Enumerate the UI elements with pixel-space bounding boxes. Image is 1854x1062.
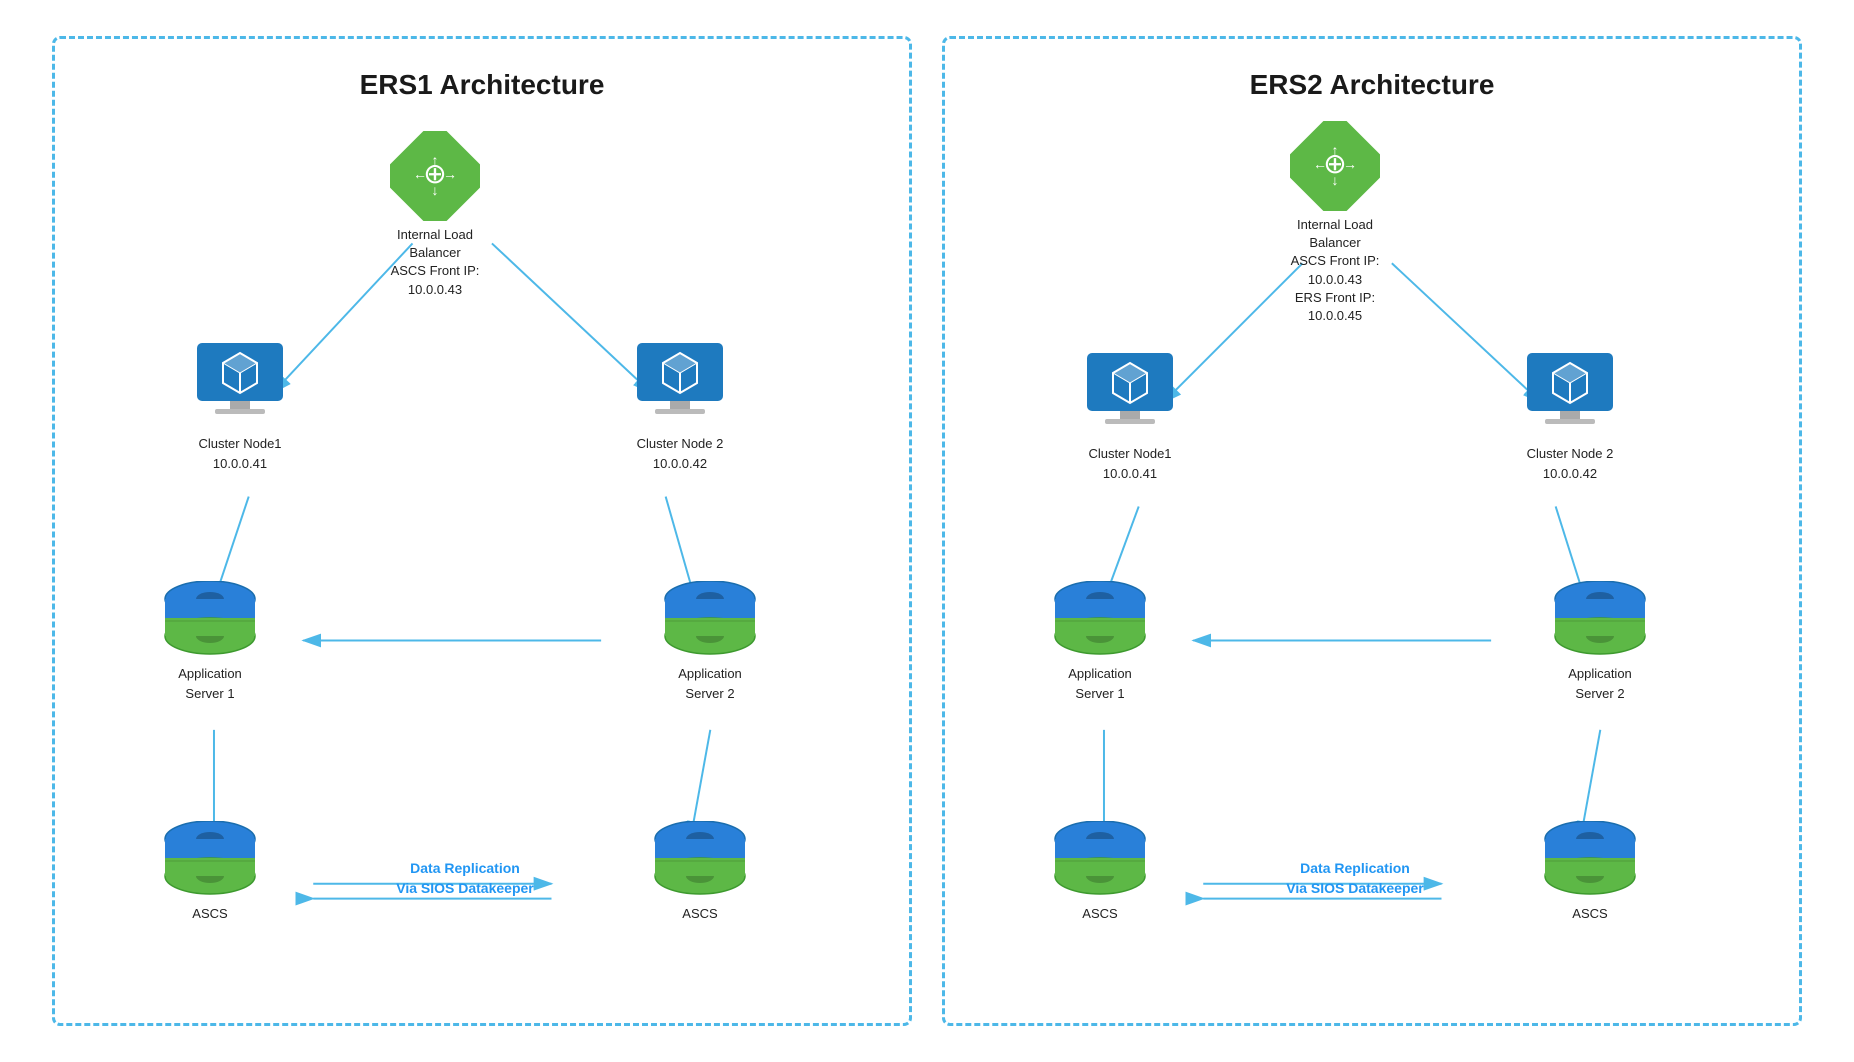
ers2-ascs1: ASCS: [1035, 821, 1165, 924]
ers2-node2-label: Cluster Node 210.0.0.42: [1527, 444, 1614, 483]
svg-text:↓: ↓: [432, 182, 439, 198]
ers1-node2-icon: [635, 341, 725, 416]
ers1-title: ERS1 Architecture: [75, 69, 889, 101]
ers1-ascs1-label: ASCS: [192, 904, 227, 924]
svg-text:←: ←: [413, 166, 427, 182]
ers2-box: ERS2 Architecture: [942, 36, 1802, 1026]
ers1-appserver1-icon: [160, 581, 260, 656]
ers2-node1: Cluster Node110.0.0.41: [1065, 351, 1195, 483]
ers2-lb-label: Internal LoadBalancerASCS Front IP:10.0.…: [1291, 216, 1380, 325]
ers2-appserver2: ApplicationServer 2: [1535, 581, 1665, 703]
ers1-node2: Cluster Node 210.0.0.42: [615, 341, 745, 473]
ers2-lb: ⊕ ← → ↑ ↓ Internal LoadBalancerASCS Fron…: [1245, 121, 1425, 325]
ers1-ascs2: ASCS: [635, 821, 765, 924]
ers2-ascs1-icon: [1050, 821, 1150, 896]
ers2-ascs1-label: ASCS: [1082, 904, 1117, 924]
ers1-node1-icon: [195, 341, 285, 416]
ers1-ascs1: ASCS: [145, 821, 275, 924]
ers2-node1-icon: [1085, 351, 1175, 426]
svg-text:↑: ↑: [432, 152, 439, 168]
ers1-replication-label: Data ReplicationVia SIOS Datakeeper: [345, 859, 585, 898]
ers1-ascs2-label: ASCS: [682, 904, 717, 924]
main-container: ERS1 Architecture: [0, 0, 1854, 1062]
svg-text:→: →: [443, 166, 457, 182]
svg-text:↓: ↓: [1332, 172, 1339, 188]
ers1-appserver1: ApplicationServer 1: [145, 581, 275, 703]
svg-text:↑: ↑: [1332, 142, 1339, 158]
ers1-node1-label: Cluster Node110.0.0.41: [198, 434, 281, 473]
ers2-appserver1: ApplicationServer 1: [1035, 581, 1165, 703]
ers2-replication-label: Data ReplicationVia SIOS Datakeeper: [1235, 859, 1475, 898]
ers1-lb-label: Internal LoadBalancerASCS Front IP:10.0.…: [391, 226, 480, 299]
ers1-appserver1-label: ApplicationServer 1: [178, 664, 242, 703]
ers2-ascs2-label: ASCS: [1572, 904, 1607, 924]
ers2-ascs2: ASCS: [1525, 821, 1655, 924]
ers2-appserver1-icon: [1050, 581, 1150, 656]
ers2-ascs2-icon: [1540, 821, 1640, 896]
ers2-node2: Cluster Node 210.0.0.42: [1505, 351, 1635, 483]
ers2-title: ERS2 Architecture: [965, 69, 1779, 101]
ers1-ascs2-icon: [650, 821, 750, 896]
ers2-lb-icon: ⊕ ← → ↑ ↓: [1290, 121, 1380, 211]
ers1-lb-icon: ⊕ ← → ↑ ↓: [390, 131, 480, 221]
ers1-node1: Cluster Node110.0.0.41: [175, 341, 305, 473]
ers1-appserver2-label: ApplicationServer 2: [678, 664, 742, 703]
svg-text:→: →: [1343, 156, 1357, 172]
ers1-diagram: ⊕ ← → ↑ ↓ Internal LoadBalancerASCS Fron…: [75, 111, 889, 1031]
ers1-ascs1-icon: [160, 821, 260, 896]
ers2-appserver2-label: ApplicationServer 2: [1568, 664, 1632, 703]
ers2-diagram: ⊕ ← → ↑ ↓ Internal LoadBalancerASCS Fron…: [965, 111, 1779, 1031]
ers2-appserver1-label: ApplicationServer 1: [1068, 664, 1132, 703]
ers2-appserver2-icon: [1550, 581, 1650, 656]
ers1-appserver2-icon: [660, 581, 760, 656]
ers1-box: ERS1 Architecture: [52, 36, 912, 1026]
ers2-node1-label: Cluster Node110.0.0.41: [1088, 444, 1171, 483]
ers2-node2-icon: [1525, 351, 1615, 426]
ers1-lb: ⊕ ← → ↑ ↓ Internal LoadBalancerASCS Fron…: [355, 131, 515, 299]
ers1-node2-label: Cluster Node 210.0.0.42: [637, 434, 724, 473]
ers1-appserver2: ApplicationServer 2: [645, 581, 775, 703]
svg-text:←: ←: [1313, 156, 1327, 172]
